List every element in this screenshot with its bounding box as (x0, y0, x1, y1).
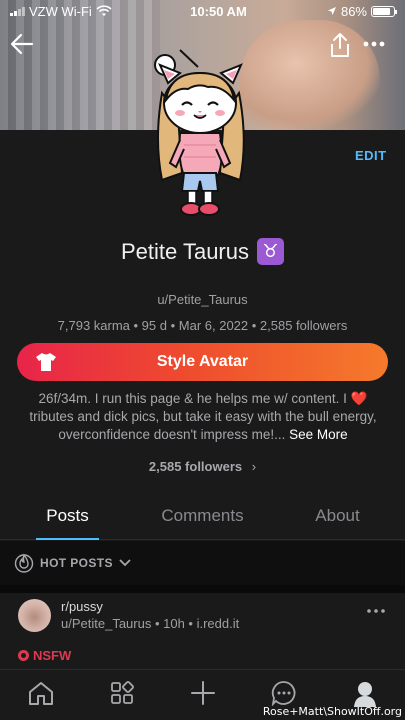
status-bar: VZW Wi-Fi 10:50 AM 86% (0, 0, 405, 22)
tab-about[interactable]: About (270, 493, 405, 539)
profile-stats: 7,793 karma • 95 d • Mar 6, 2022 • 2,585… (57, 318, 348, 333)
nav-create[interactable] (162, 670, 243, 720)
flame-icon (14, 553, 34, 573)
followers-count: 2,585 followers (148, 459, 243, 474)
display-name: Petite Taurus (120, 238, 249, 264)
chat-icon (271, 681, 295, 706)
nav-home[interactable] (0, 670, 81, 720)
sort-label: HOT POSTS (40, 556, 113, 570)
plus-icon (190, 681, 215, 705)
battery-icon (371, 5, 397, 17)
signal-icon (10, 6, 25, 16)
nav-communities[interactable] (81, 670, 162, 720)
style-avatar-label: Style Avatar (156, 353, 249, 370)
post-meta: u/Petite_Taurus • 10h • i.redd.it (61, 616, 240, 631)
back-arrow-icon[interactable] (8, 30, 36, 58)
display-name-row: Petite Taurus ♉ (0, 238, 405, 265)
tab-comments[interactable]: Comments (135, 493, 270, 539)
nsfw-icon (18, 650, 29, 661)
subreddit-name[interactable]: r/pussy (61, 599, 103, 614)
style-avatar-button[interactable]: Style Avatar (17, 343, 388, 381)
profile-tabs: Posts Comments About (0, 493, 405, 540)
taurus-zodiac-icon: ♉ (257, 238, 284, 265)
snoo-avatar (154, 49, 245, 216)
bio-text: 26f/34m. I run this page & he helps me w… (38, 391, 351, 406)
username: u/Petite_Taurus (157, 292, 248, 307)
home-icon (28, 682, 53, 705)
profile-bio: 26f/34m. I run this page & he helps me w… (18, 390, 388, 444)
post-more-icon[interactable] (366, 607, 386, 615)
location-icon (327, 7, 336, 15)
divider (0, 585, 405, 593)
share-icon[interactable] (328, 32, 352, 58)
nsfw-label: NSFW (33, 648, 72, 663)
heart-emoji: ❤️ (350, 391, 368, 406)
post-card[interactable]: r/pussy u/Petite_Taurus • 10h • i.redd.i… (0, 593, 405, 669)
watermark: Rose+Matt\ShowItOff.org (262, 705, 402, 718)
shirt-icon (36, 353, 56, 371)
followers-link[interactable]: 2,585 followers › (0, 459, 405, 474)
tab-posts[interactable]: Posts (0, 493, 135, 540)
grid-icon (110, 681, 134, 704)
edit-profile-button[interactable]: EDIT (355, 148, 387, 163)
subreddit-avatar[interactable] (18, 599, 51, 632)
battery-percent: 86% (340, 3, 367, 19)
sort-dropdown[interactable]: HOT POSTS (14, 553, 131, 573)
more-icon[interactable] (362, 36, 386, 52)
chevron-down-icon (119, 559, 131, 567)
carrier-label: VZW Wi-Fi (29, 3, 92, 19)
chevron-right-icon: › (251, 459, 257, 474)
nsfw-badge: NSFW (18, 648, 71, 663)
avatar-icon (353, 682, 376, 707)
see-more-link[interactable]: See More (285, 427, 348, 442)
wifi-icon (96, 5, 112, 16)
clock: 10:50 AM (190, 3, 247, 19)
